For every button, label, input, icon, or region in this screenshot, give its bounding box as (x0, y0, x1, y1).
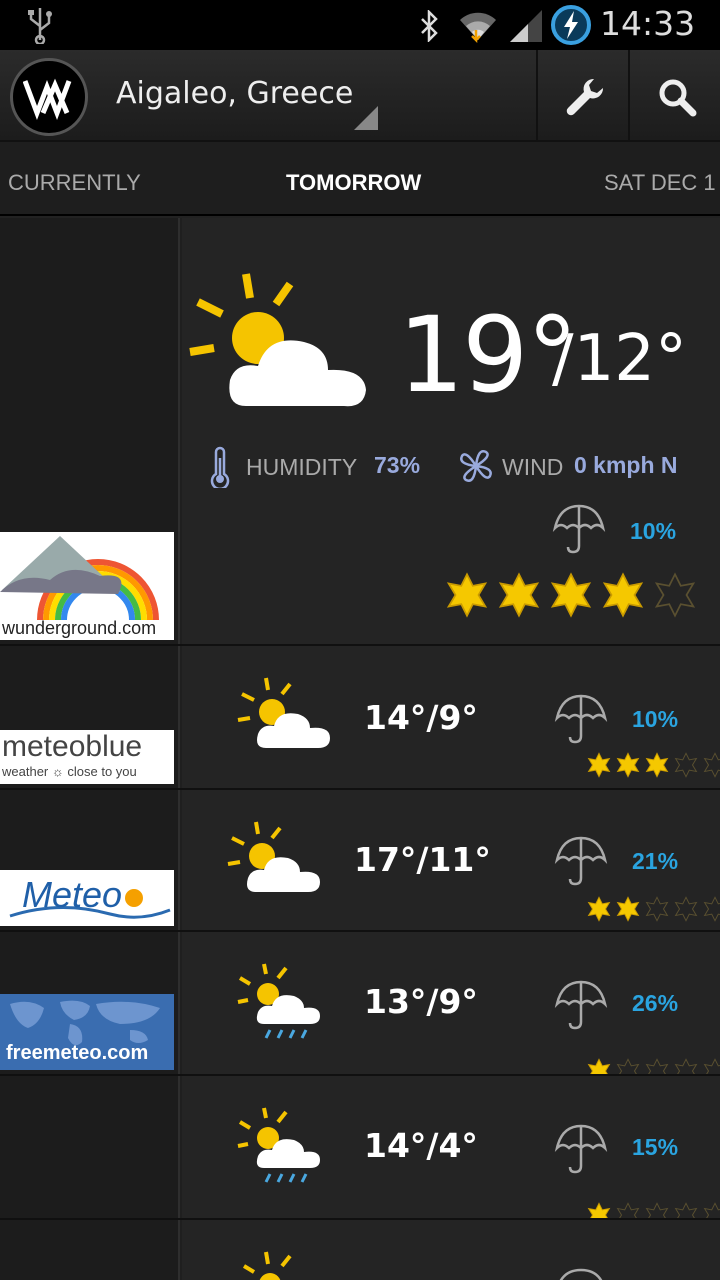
wind-value: 0 kmph N (574, 452, 678, 478)
sun-cloud-rain-icon (237, 1107, 320, 1183)
humidity-label: HUMIDITY (246, 454, 358, 480)
umbrella-icon (552, 504, 606, 554)
forecast-row[interactable]: Meteo 17°/11° 21% (0, 788, 720, 930)
star-empty-icon (645, 896, 669, 922)
rain-chance: 21% (632, 848, 679, 874)
provider-logo-freemeteo: freemeteo.com (0, 994, 174, 1070)
provider-name: wunderground.com (2, 618, 157, 638)
humidity-value: 73% (374, 452, 421, 478)
location-selector[interactable]: Aigaleo, Greece (116, 76, 353, 111)
umbrella-icon (554, 694, 608, 744)
app-logo[interactable] (10, 58, 88, 136)
partly-cloudy-icon (189, 273, 366, 407)
thermometer-icon (210, 446, 230, 488)
rainbow-cloud-logo-icon (0, 536, 159, 621)
star-filled-icon (446, 572, 488, 618)
provider-logo-meteoblue: meteoblue weather ☼ close to you (0, 730, 174, 784)
featured-forecast[interactable]: wunderground.com 19° /12° HUMIDITY 73% W… (0, 218, 720, 644)
featured-high-temp: 19° (398, 294, 578, 416)
partly-cloudy-icon (237, 677, 330, 748)
wind-fan-icon (460, 450, 492, 482)
tab-sat-dec-1[interactable]: SAT DEC 1 (604, 170, 716, 196)
rain-chance: 26% (632, 990, 679, 1016)
forecast-temps: 13°/9° (364, 982, 478, 1021)
star-filled-icon (498, 572, 540, 618)
settings-button[interactable] (536, 50, 628, 142)
forecast-temps: 14°/9° (364, 698, 478, 737)
provider-logo-wunderground: wunderground.com (0, 532, 174, 640)
umbrella-partial-icon (559, 1268, 603, 1280)
partly-cloudy-icon (227, 821, 320, 892)
provider-logo-meteo: Meteo (0, 870, 174, 926)
search-button[interactable] (628, 50, 720, 142)
day-tabs: CURRENTLY TOMORROW SAT DEC 1 (0, 142, 720, 216)
umbrella-icon (554, 980, 608, 1030)
location-dropdown-caret-icon[interactable] (354, 106, 378, 130)
status-time: 14:33 (600, 4, 696, 43)
star-filled-icon (550, 572, 592, 618)
signal-icon (510, 10, 542, 42)
star-filled-icon (587, 896, 611, 922)
star-empty-icon (703, 896, 720, 922)
sun-cloud-rain-icon (237, 963, 320, 1039)
forecast-row[interactable]: meteoblue weather ☼ close to you 14°/9° … (0, 644, 720, 788)
star-filled-icon (587, 752, 611, 778)
bluetooth-icon (421, 10, 438, 42)
provider-name: freemeteo.com (6, 1042, 149, 1064)
forecast-row-partial[interactable] (0, 1218, 720, 1280)
search-icon (659, 79, 697, 117)
provider-name: meteoblue (2, 730, 143, 763)
star-empty-icon (674, 752, 698, 778)
forecast-temps: 17°/11° (354, 840, 491, 879)
sun-partial-icon (242, 1251, 292, 1280)
rain-chance: 10% (632, 706, 679, 732)
wind-label: WIND (502, 454, 564, 480)
tab-currently[interactable]: CURRENTLY (8, 170, 141, 196)
star-empty-icon (703, 752, 720, 778)
rain-chance: 10% (630, 518, 677, 544)
forecast-list[interactable]: wunderground.com 19° /12° HUMIDITY 73% W… (0, 218, 720, 1280)
provider-tagline: weather ☼ close to you (2, 764, 137, 779)
star-filled-icon (616, 896, 640, 922)
featured-low-temp: /12° (552, 322, 687, 396)
star-filled-icon (602, 572, 644, 618)
rain-chance: 15% (632, 1134, 679, 1160)
wifi-icon (460, 12, 496, 44)
umbrella-icon (554, 1124, 608, 1174)
forecast-row[interactable]: 14°/4° 15% (0, 1074, 720, 1228)
weather-mate-logo-icon (23, 78, 72, 121)
provider-name: Meteo (22, 874, 123, 915)
tab-tomorrow[interactable]: TOMORROW (286, 170, 421, 196)
usb-icon (28, 8, 52, 44)
star-filled-icon (616, 752, 640, 778)
star-empty-icon (654, 572, 696, 618)
forecast-temps: 14°/4° (364, 1126, 478, 1165)
status-bar: 14:33 (0, 0, 720, 50)
wrench-icon (566, 78, 604, 116)
star-filled-icon (645, 752, 669, 778)
forecast-row[interactable]: freemeteo.com 13°/9° 26% (0, 930, 720, 1084)
battery-charging-icon (551, 5, 591, 45)
umbrella-icon (554, 836, 608, 886)
star-empty-icon (674, 896, 698, 922)
